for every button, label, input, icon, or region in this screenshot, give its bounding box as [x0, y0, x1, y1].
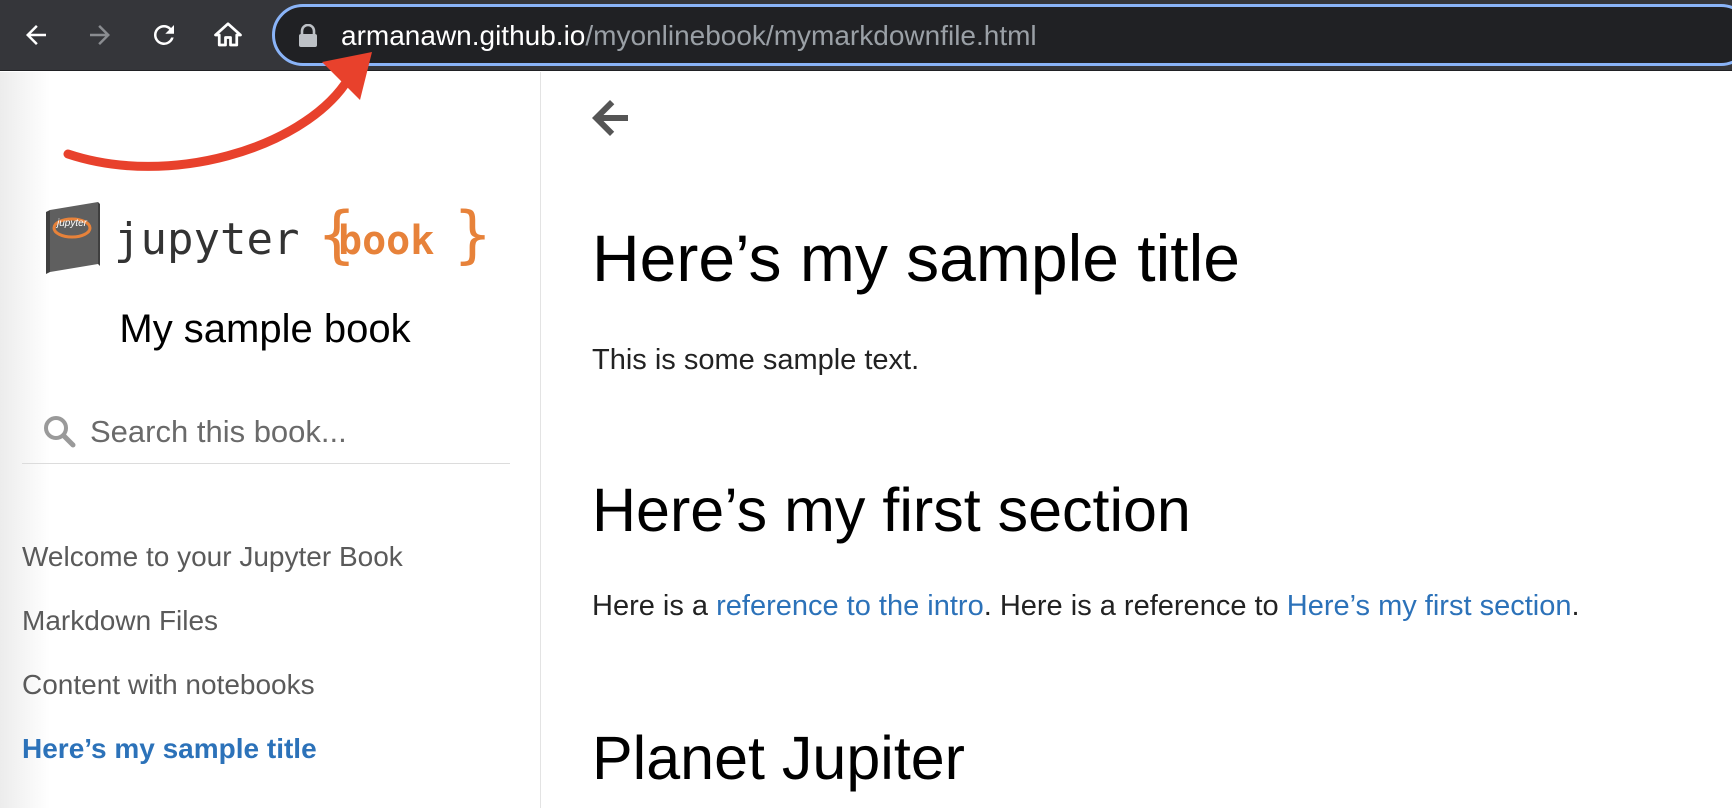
paragraph-text-3: .	[1571, 590, 1580, 622]
jupyter-book-icon: jupyter	[46, 202, 100, 274]
address-url[interactable]: armanawn.github.io/myonlinebook/mymarkdo…	[341, 20, 1037, 52]
page-title: Here’s my sample title	[592, 221, 1240, 295]
jupyter-book-logo[interactable]: jupyter jupyter { book }	[36, 198, 496, 278]
logo-word-book: book	[338, 218, 434, 264]
lock-icon	[299, 24, 317, 47]
search-input[interactable]	[90, 412, 500, 452]
link-reference-intro[interactable]: reference to the intro	[716, 590, 984, 622]
browser-toolbar: armanawn.github.io/myonlinebook/mymarkdo…	[0, 0, 1732, 71]
logo-badge-text: jupyter	[55, 218, 88, 229]
link-reference-first-section[interactable]: Here’s my first section	[1287, 590, 1572, 622]
forward-button[interactable]	[78, 14, 122, 56]
toc-item-welcome[interactable]: Welcome to your Jupyter Book	[22, 540, 403, 604]
logo-brace-close: }	[454, 198, 491, 271]
previous-page-arrow-icon[interactable]	[588, 94, 636, 142]
home-icon	[214, 22, 242, 47]
sidebar: jupyter jupyter { book } My sample book …	[0, 72, 541, 808]
back-arrow-icon	[26, 25, 46, 45]
reload-button[interactable]	[142, 14, 186, 56]
section-heading-planet-jupiter: Planet Jupiter	[592, 724, 965, 792]
back-button[interactable]	[14, 14, 58, 56]
url-path: /myonlinebook/mymarkdownfile.html	[585, 20, 1037, 51]
intro-paragraph: This is some sample text.	[592, 344, 920, 376]
paragraph-text-2: . Here is a reference to	[983, 590, 1287, 622]
home-button[interactable]	[206, 14, 250, 56]
table-of-contents: Welcome to your Jupyter Book Markdown Fi…	[22, 540, 403, 796]
book-title[interactable]: My sample book	[0, 304, 530, 354]
forward-arrow-icon	[90, 25, 110, 45]
search-icon	[44, 416, 76, 448]
section-heading-first: Here’s my first section	[592, 476, 1191, 544]
section-paragraph: Here is a reference to the intro. Here i…	[592, 588, 1580, 624]
toc-item-sample-title[interactable]: Here’s my sample title	[22, 732, 403, 796]
toc-item-markdown-files[interactable]: Markdown Files	[22, 604, 403, 668]
reload-icon	[153, 24, 174, 45]
paragraph-text-1: Here is a	[592, 590, 717, 622]
address-bar[interactable]: armanawn.github.io/myonlinebook/mymarkdo…	[272, 4, 1732, 66]
toc-item-content-with-notebooks[interactable]: Content with notebooks	[22, 668, 403, 732]
logo-word-jupyter: jupyter	[114, 214, 299, 265]
search-box[interactable]	[22, 402, 510, 464]
url-host: armanawn.github.io	[341, 20, 586, 51]
